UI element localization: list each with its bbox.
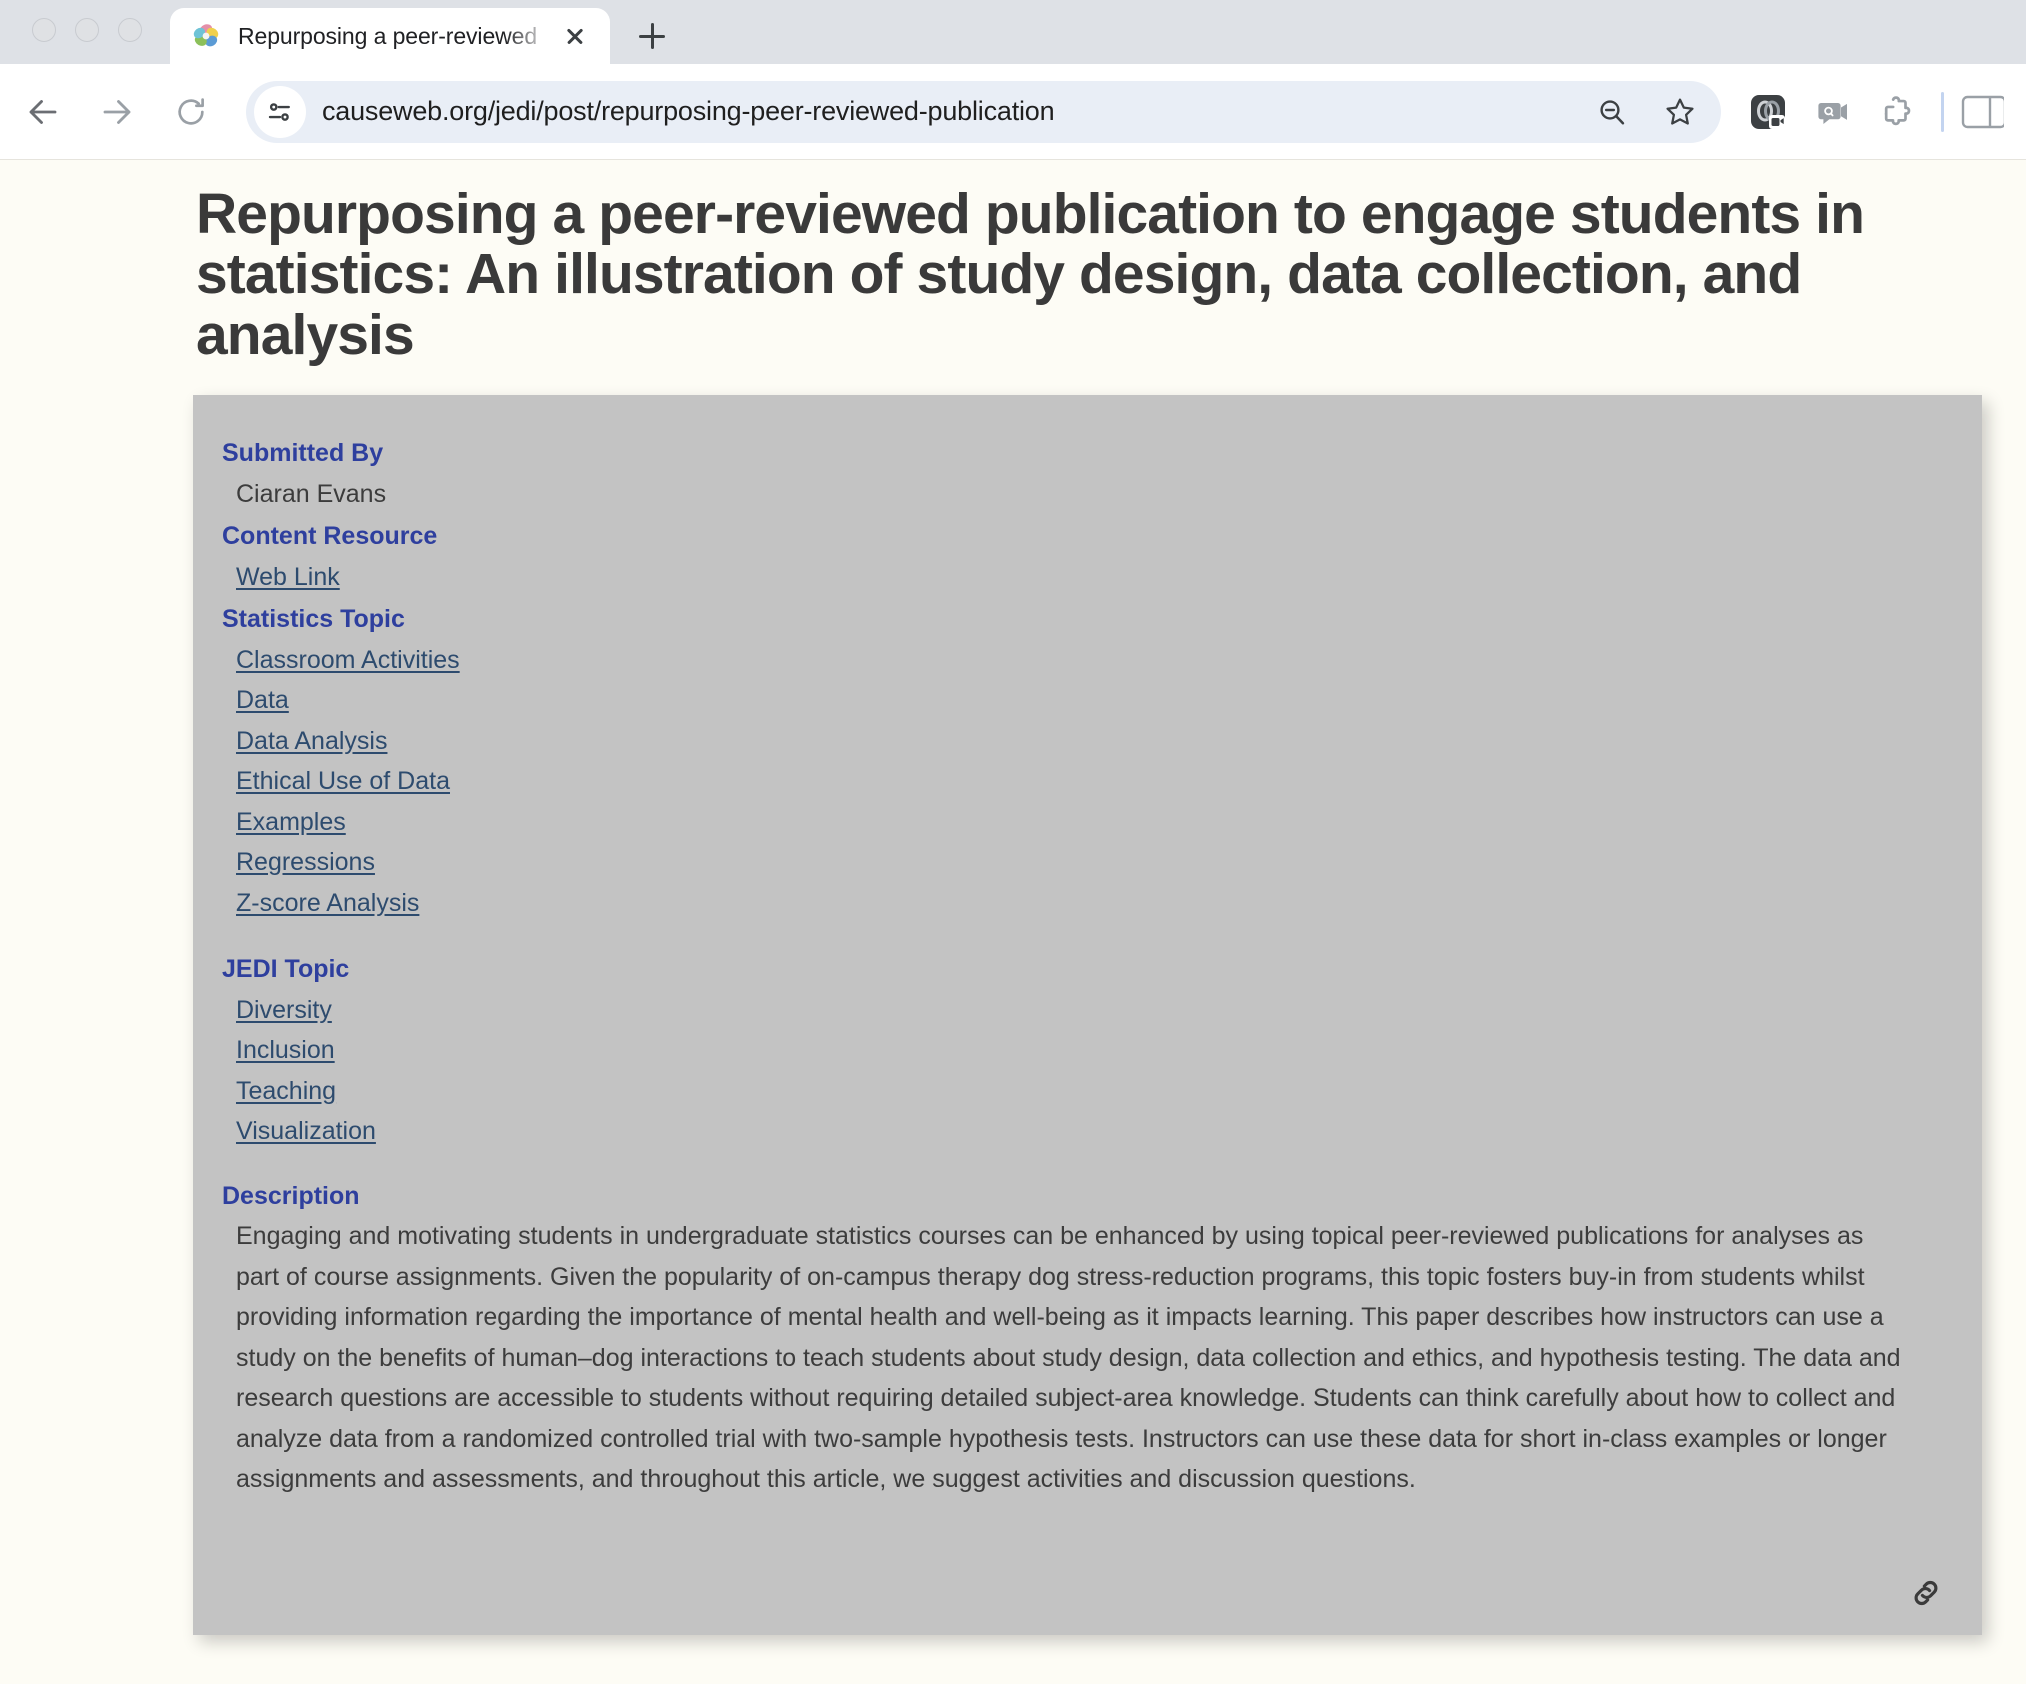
page-viewport: Repurposing a peer-reviewed publication …	[0, 160, 2026, 1684]
link-teaching[interactable]: Teaching	[193, 1071, 336, 1112]
link-regressions[interactable]: Regressions	[193, 842, 375, 883]
bookmark-star-icon[interactable]	[1653, 85, 1707, 139]
label-submitted-by: Submitted By	[222, 439, 384, 468]
reload-button[interactable]	[160, 81, 222, 143]
label-jedi-topic: JEDI Topic	[222, 955, 350, 984]
window-maximize-button[interactable]	[118, 18, 142, 42]
chain-link-icon[interactable]	[1908, 1575, 1944, 1611]
link-ethical-use-of-data[interactable]: Ethical Use of Data	[193, 761, 450, 802]
window-close-button[interactable]	[32, 18, 56, 42]
tab-strip: Repurposing a peer-reviewed	[0, 0, 2026, 64]
link-inclusion[interactable]: Inclusion	[193, 1030, 335, 1071]
label-content-resource: Content Resource	[222, 522, 438, 551]
cause-logo-favicon	[192, 22, 220, 50]
label-description: Description	[222, 1181, 360, 1210]
description-text: Engaging and motivating students in unde…	[236, 1222, 1901, 1494]
zoom-out-icon[interactable]	[1585, 85, 1639, 139]
value-submitted-by: Ciaran Evans	[236, 479, 387, 508]
omnibox-actions	[1585, 85, 1711, 139]
video-capture-icon[interactable]	[1803, 83, 1861, 141]
link-data[interactable]: Data	[193, 680, 289, 721]
site-info-icon[interactable]	[254, 85, 306, 138]
side-panel-icon[interactable]	[1960, 83, 2004, 141]
window-minimize-button[interactable]	[75, 18, 99, 42]
browser-toolbar: causeweb.org/jedi/post/repurposing-peer-…	[0, 64, 2026, 160]
toolbar-divider	[1941, 91, 1944, 132]
link-diversity[interactable]: Diversity	[193, 990, 332, 1031]
toolbar-extensions	[1739, 83, 2004, 141]
page-title: Repurposing a peer-reviewed publication …	[196, 182, 1865, 367]
puzzle-extensions-icon[interactable]	[1867, 83, 1925, 141]
link-classroom-activities[interactable]: Classroom Activities	[193, 640, 460, 681]
page-content: Repurposing a peer-reviewed publication …	[0, 160, 2026, 1636]
back-button[interactable]	[12, 81, 74, 143]
link-z-score-analysis[interactable]: Z-score Analysis	[193, 883, 419, 924]
link-visualization[interactable]: Visualization	[193, 1111, 376, 1152]
link-data-analysis[interactable]: Data Analysis	[193, 721, 387, 762]
link-examples[interactable]: Examples	[193, 802, 346, 843]
link-web-link[interactable]: Web Link	[193, 557, 340, 598]
browser-tab-active[interactable]: Repurposing a peer-reviewed	[170, 8, 610, 64]
tab-title: Repurposing a peer-reviewed	[238, 22, 538, 49]
label-statistics-topic: Statistics Topic	[222, 605, 405, 634]
window-traffic-lights	[32, 0, 142, 64]
meet-extension-icon[interactable]	[1739, 83, 1797, 141]
url-text[interactable]: causeweb.org/jedi/post/repurposing-peer-…	[322, 96, 1585, 127]
close-icon[interactable]	[558, 19, 592, 53]
forward-button[interactable]	[86, 81, 148, 143]
browser-window: Repurposing a peer-reviewed causeweb.org…	[0, 0, 2026, 1684]
address-bar[interactable]: causeweb.org/jedi/post/repurposing-peer-…	[246, 80, 1721, 143]
new-tab-button[interactable]	[628, 12, 676, 60]
resource-detail-card: Submitted By Ciaran Evans Content Resour…	[193, 395, 1982, 1636]
